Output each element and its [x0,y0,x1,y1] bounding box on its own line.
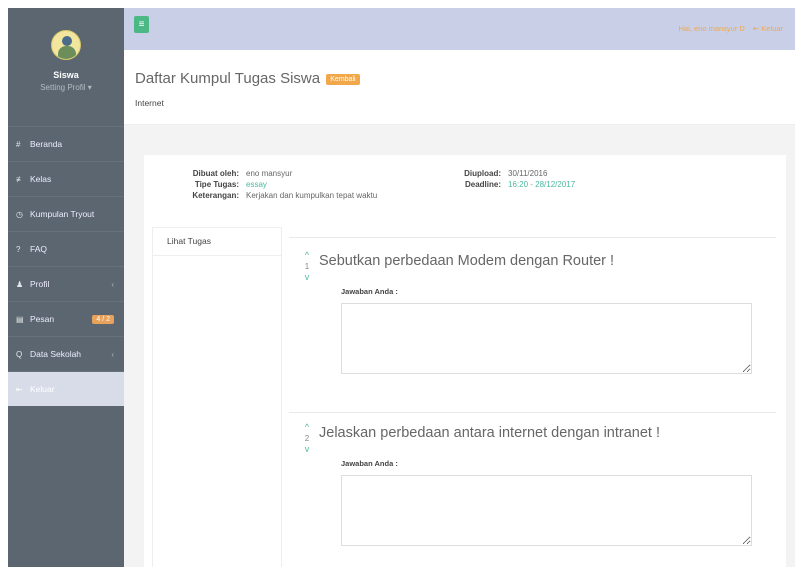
logout-icon: ⇤ [16,384,23,394]
meta-value: 16:20 - 28/12/2017 [508,180,576,189]
user-area: Hai, eno mansyur D ⇤ Keluar [673,24,783,33]
sidebar-item-profil[interactable]: ♟ Profil ‹ [8,266,124,301]
chevron-up-icon[interactable]: ^ [301,423,313,432]
sidebar-item-label: Profil [30,279,50,289]
sidebar-item-label: Beranda [30,139,63,149]
user-icon: ♟ [16,279,24,289]
question-list: ^ 1 v Sebutkan perbedaan Modem dengan Ro… [289,237,776,567]
task-tabs: Lihat Tugas [152,227,282,567]
sidebar-item-label: Data Sekolah [30,349,82,359]
top-navbar: ≡ Hai, eno mansyur D ⇤ Keluar [124,8,795,50]
meta-row: Keterangan: Kerjakan dan kumpulkan tepat … [144,190,377,201]
home-icon: # [16,139,21,149]
meta-row: Deadline: 16:20 - 28/12/2017 [427,179,575,190]
question-nav: ^ 1 v [301,251,313,282]
sidebar-item-pesan[interactable]: ▤ Pesan 4 / 2 [8,301,124,336]
divider [289,412,776,413]
chevron-up-icon[interactable]: ^ [301,251,313,260]
meta-value: Kerjakan dan kumpulkan tepat waktu [246,191,378,200]
chevron-left-icon: ‹ [111,349,114,359]
question-number: 1 [304,262,310,271]
meta-value: 30/11/2016 [508,169,548,178]
question-number: 2 [304,434,310,443]
answer-label: Jawaban Anda : [341,459,398,468]
page-subtitle: Internet [135,98,164,108]
answer-field[interactable] [341,475,752,546]
meta-key: Dibuat oleh: [192,169,239,178]
meta-row: Dibuat oleh: eno mansyur [144,168,377,179]
meta-value: essay [246,180,267,189]
meta-row: Tipe Tugas: essay [144,179,377,190]
page-header: Daftar Kumpul Tugas Siswa Kembali Intern… [124,50,795,125]
meta-key: Tipe Tugas: [194,180,239,189]
sidebar-item-label: FAQ [30,244,48,254]
chevron-down-icon[interactable]: v [301,445,313,454]
sidebar-item-kelas[interactable]: ≢ Kelas [8,161,124,196]
meta-value: eno mansyur [246,169,293,178]
menu-toggle-button[interactable]: ≡ [134,16,149,33]
sidebar-item-label: Kelas [30,174,52,184]
class-icon: ≢ [16,174,24,184]
sidebar-item-keluar[interactable]: ⇤ Keluar [8,371,124,406]
page-title-text: Daftar Kumpul Tugas Siswa [135,70,321,87]
profile-name: Siswa [53,70,79,80]
clock-icon: ◷ [16,209,23,219]
sidebar-item-label: Keluar [30,384,55,394]
task-meta-right: Diupload: 30/11/2016 Deadline: 16:20 - 28/… [427,168,575,190]
sidebar-menu: # Beranda ≢ Kelas ◷ Kumpulan Tryout ? FAQ ♟ P… [8,126,124,406]
tab-lihat-tugas[interactable]: Lihat Tugas [153,228,281,256]
sidebar-item-kumpulan-tryout[interactable]: ◷ Kumpulan Tryout [8,196,124,231]
chevron-left-icon: ‹ [111,279,114,289]
logout-link[interactable]: ⇤ Keluar [753,24,783,33]
question-icon: ? [16,244,21,254]
sidebar-item-data-sekolah[interactable]: Q Data Sekolah ‹ [8,336,124,371]
sidebar: Siswa Setting Profil ▾ # Beranda ≢ Kelas ◷… [8,8,124,567]
answer-label: Jawaban Anda : [341,287,398,296]
meta-row: Diupload: 30/11/2016 [427,168,575,179]
main-content: Dibuat oleh: eno mansyur Tipe Tugas: essay… [124,125,795,567]
meta-key: Keterangan: [192,191,239,200]
sidebar-item-label: Pesan [30,314,55,324]
sidebar-item-label: Kumpulan Tryout [30,209,95,219]
sidebar-item-faq[interactable]: ? FAQ [8,231,124,266]
sidebar-item-beranda[interactable]: # Beranda [8,126,124,161]
back-button[interactable]: Kembali [326,73,360,85]
question-nav: ^ 2 v [301,423,313,454]
avatar[interactable] [51,30,81,60]
search-icon: Q [16,349,23,359]
meta-key: Diupload: [464,169,501,178]
question-text: Sebutkan perbedaan Modem dengan Router ! [319,253,615,269]
user-greeting[interactable]: Hai, eno mansyur D [679,24,745,33]
message-count-badge: 4 / 2 [92,314,114,324]
message-icon: ▤ [16,314,24,324]
page-title: Daftar Kumpul Tugas Siswa Kembali [135,70,360,87]
chevron-down-icon[interactable]: v [301,273,313,282]
sidebar-profile: Siswa Setting Profil ▾ [8,8,124,126]
meta-key: Deadline: [464,180,501,189]
task-card: Dibuat oleh: eno mansyur Tipe Tugas: essay… [144,155,786,567]
question-text: Jelaskan perbedaan antara internet denga… [319,425,660,441]
task-meta-left: Dibuat oleh: eno mansyur Tipe Tugas: essay… [144,168,377,201]
divider [289,237,776,238]
setting-profile-dropdown[interactable]: Setting Profil ▾ [8,83,124,92]
answer-field[interactable] [341,303,752,374]
